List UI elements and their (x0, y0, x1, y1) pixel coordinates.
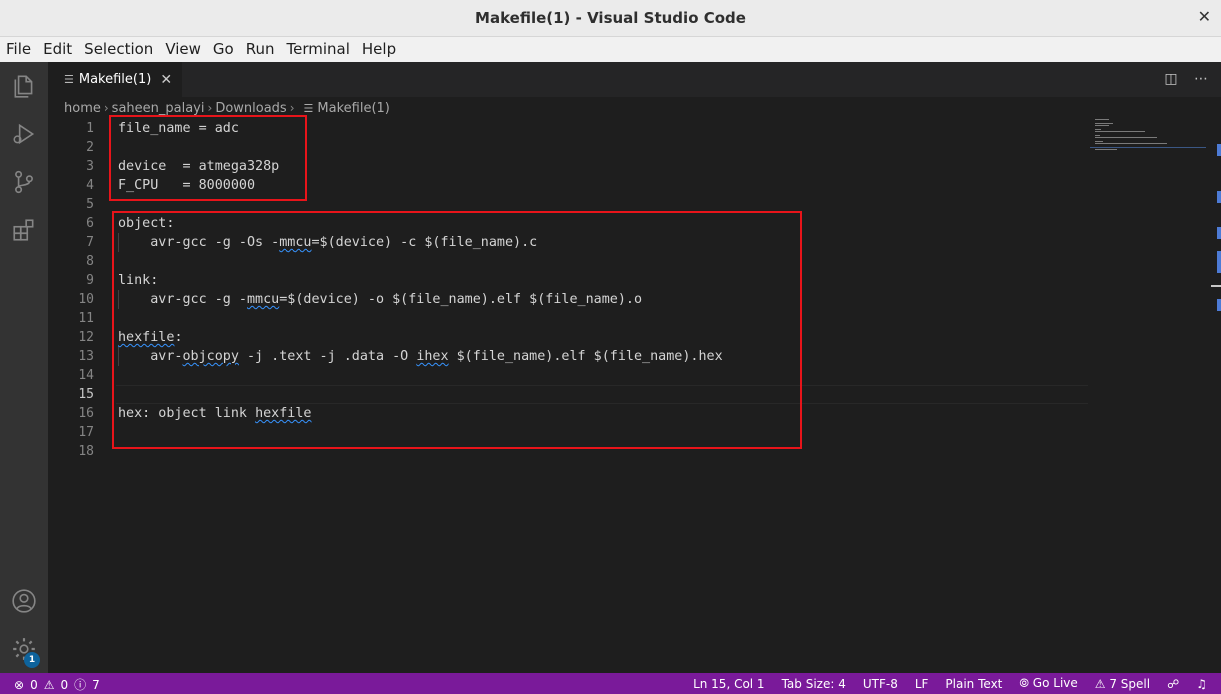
status-right: Ln 15, Col 1 Tab Size: 4 UTF-8 LF Plain … (693, 676, 1207, 691)
line-number: 12 (78, 330, 94, 345)
lines-icon: ☰ (64, 73, 74, 86)
line-number: 17 (78, 425, 94, 440)
overview-ruler[interactable] (1211, 119, 1221, 673)
breadcrumb-home[interactable]: home (64, 101, 101, 116)
info-count: 7 (92, 677, 100, 692)
files-icon (14, 75, 33, 98)
line-number: 5 (86, 197, 94, 212)
language-mode[interactable]: Plain Text (945, 677, 1002, 691)
line-number: 2 (86, 140, 94, 155)
breadcrumb-user[interactable]: saheen_palayi (112, 101, 205, 116)
menu-bar: File Edit Selection View Go Run Terminal… (0, 37, 1221, 62)
go-live-button[interactable]: ⦾ Go Live (1019, 676, 1077, 691)
warning-icon: ⚠ (43, 677, 55, 692)
line-number: 18 (78, 444, 94, 459)
menu-terminal[interactable]: Terminal (281, 37, 356, 62)
menu-run[interactable]: Run (240, 37, 281, 62)
spell-label: 7 Spell (1109, 676, 1151, 691)
line-number: 6 (86, 216, 94, 231)
error-count: 0 (30, 677, 38, 692)
extensions-button[interactable] (0, 206, 48, 254)
breadcrumb-downloads[interactable]: Downloads (215, 101, 286, 116)
accounts-button[interactable] (0, 577, 48, 625)
menu-file[interactable]: File (0, 37, 37, 62)
spell-check-button[interactable]: ⚠ 7 Spell (1095, 677, 1150, 691)
problems-indicator[interactable]: ⊗ 0 ⚠ 0 ⓘ 7 (14, 676, 100, 693)
more-actions-icon[interactable]: ⋯ (1193, 70, 1209, 88)
chevron-right-icon: › (103, 101, 109, 115)
code-editor[interactable]: 1 2 3 4 5 6 7 8 9 10 11 12 13 14 15 16 17 18 file_name = … (48, 115, 1221, 673)
line-number: 1 (86, 121, 94, 136)
highlight-box-variables (109, 115, 307, 201)
run-debug-button[interactable] (0, 110, 48, 158)
line-number: 14 (78, 368, 94, 383)
line-number: 15 (78, 387, 94, 402)
go-live-label: Go Live (1032, 676, 1078, 690)
chevron-right-icon: › (207, 101, 213, 115)
settings-badge: 1 (24, 652, 40, 668)
split-editor-icon[interactable]: ◫ (1163, 70, 1179, 88)
line-number: 13 (78, 349, 94, 364)
bell-icon[interactable]: ♫ (1196, 677, 1207, 691)
tab-makefile[interactable]: ☰ Makefile(1) ✕ (48, 62, 182, 97)
chevron-right-icon: › (289, 101, 295, 115)
close-icon[interactable]: ✕ (160, 72, 172, 88)
breadcrumb-file[interactable]: Makefile(1) (317, 101, 389, 116)
line-number: 3 (86, 159, 94, 174)
activity-bar: 1 (0, 62, 48, 673)
error-icon: ⊗ (14, 677, 25, 692)
editor-actions: ◫ ⋯ (1163, 70, 1209, 88)
tab-size[interactable]: Tab Size: 4 (782, 677, 846, 691)
warning-icon: ⚠ (1094, 676, 1110, 691)
run-debug-icon (13, 123, 35, 145)
explorer-button[interactable] (0, 62, 48, 110)
tab-bar: ☰ Makefile(1) ✕ ◫ ⋯ (48, 62, 1221, 97)
source-control-icon (15, 170, 33, 194)
tab-label: Makefile(1) (78, 72, 152, 87)
end-of-line[interactable]: LF (915, 677, 929, 691)
highlight-box-targets (112, 211, 802, 449)
line-number: 4 (86, 178, 94, 193)
line-number: 9 (86, 273, 94, 288)
minimap[interactable] (1090, 119, 1208, 673)
broadcast-icon: ⦾ (1019, 676, 1033, 690)
menu-view[interactable]: View (159, 37, 207, 62)
warning-count: 0 (60, 677, 69, 692)
menu-go[interactable]: Go (207, 37, 240, 62)
lines-icon: ☰ (303, 101, 314, 115)
cursor-position[interactable]: Ln 15, Col 1 (693, 677, 765, 691)
window-title: Makefile(1) - Visual Studio Code (475, 9, 746, 27)
encoding[interactable]: UTF-8 (863, 677, 898, 691)
line-number: 7 (86, 235, 94, 250)
line-number: 10 (78, 292, 94, 307)
account-icon (12, 589, 36, 613)
line-number: 16 (78, 406, 94, 421)
title-bar: Makefile(1) - Visual Studio Code ✕ (0, 0, 1221, 37)
line-number: 11 (78, 311, 94, 326)
line-number: 8 (86, 254, 94, 269)
menu-edit[interactable]: Edit (37, 37, 78, 62)
close-window-button[interactable]: ✕ (1198, 8, 1211, 26)
source-control-button[interactable] (0, 158, 48, 206)
menu-selection[interactable]: Selection (78, 37, 159, 62)
menu-help[interactable]: Help (356, 37, 402, 62)
feedback-icon[interactable]: ☍ (1167, 677, 1179, 691)
info-icon: ⓘ (74, 678, 87, 692)
extensions-icon (13, 219, 34, 241)
manage-button[interactable]: 1 (0, 625, 48, 673)
status-bar: ⊗ 0 ⚠ 0 ⓘ 7 Ln 15, Col 1 Tab Size: 4 UTF… (0, 673, 1221, 694)
